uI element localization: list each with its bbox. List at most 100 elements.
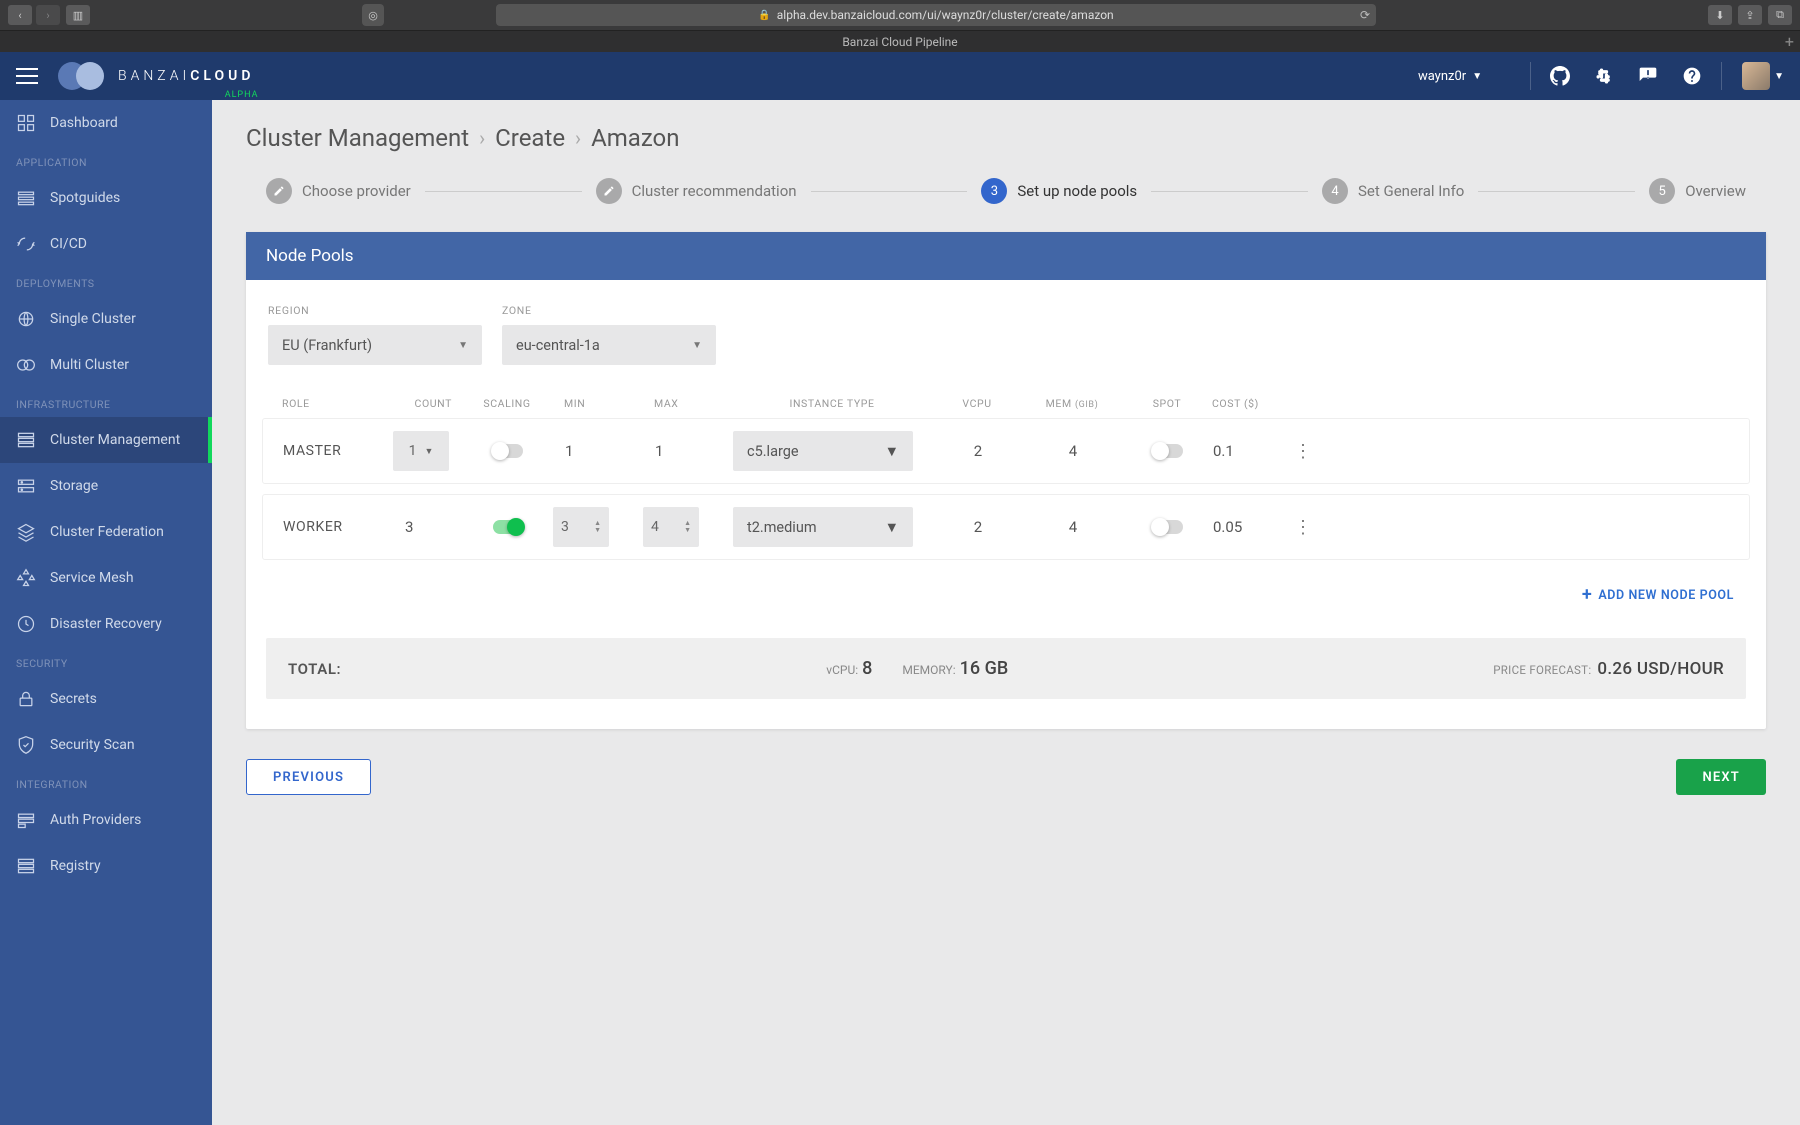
sidebar-item-label: Disaster Recovery [50, 616, 162, 632]
downloads-button[interactable]: ⬇ [1708, 5, 1732, 25]
sidebar-item-multi-cluster[interactable]: Multi Cluster [0, 342, 212, 388]
sidebar-item-cluster-federation[interactable]: Cluster Federation [0, 509, 212, 555]
step-label: Choose provider [302, 182, 411, 200]
auth-icon [16, 810, 36, 830]
sidebar-item-dashboard[interactable]: Dashboard [0, 100, 212, 146]
sidebar-item-security-scan[interactable]: Security Scan [0, 722, 212, 768]
nav-forward-button[interactable]: › [36, 5, 60, 25]
url-bar[interactable]: 🔒 alpha.dev.banzaicloud.com/ui/waynz0r/c… [496, 4, 1376, 26]
feedback-icon[interactable] [1637, 65, 1659, 87]
sidebar-item-auth-providers[interactable]: Auth Providers [0, 797, 212, 843]
site-info-button[interactable]: ◎ [362, 4, 384, 26]
sidebar-item-secrets[interactable]: Secrets [0, 676, 212, 722]
menu-toggle-button[interactable] [16, 68, 38, 84]
step-2[interactable]: Cluster recommendation [596, 178, 797, 204]
instance-type-select[interactable]: c5.large▼ [733, 431, 913, 471]
role-label: WORKER [283, 519, 393, 535]
totals-label: TOTAL: [288, 660, 341, 678]
cluster-icon [16, 430, 36, 450]
vcpu-value: 2 [933, 518, 1023, 536]
sidebar-item-registry[interactable]: Registry [0, 843, 212, 889]
share-button[interactable]: ⇪ [1738, 5, 1762, 25]
sidebar-item-service-mesh[interactable]: Service Mesh [0, 555, 212, 601]
next-button[interactable]: NEXT [1676, 759, 1766, 795]
sidebar-section-header: INFRASTRUCTURE [0, 388, 212, 417]
table-header: ROLE COUNT SCALING MIN MAX INSTANCE TYPE… [262, 389, 1750, 418]
vcpu-value: 2 [933, 442, 1023, 460]
chevron-right-icon: › [479, 126, 485, 150]
slack-icon[interactable] [1593, 65, 1615, 87]
registry-icon [16, 856, 36, 876]
avatar-caret-icon[interactable]: ▼ [1774, 71, 1784, 82]
step-label: Set up node pools [1017, 182, 1137, 200]
mem-value: 4 [1023, 518, 1123, 536]
nav-back-button[interactable]: ‹ [8, 5, 32, 25]
dashboard-icon [16, 113, 36, 133]
step-connector [811, 191, 968, 192]
col-cost: COST ($) [1212, 397, 1292, 410]
instance-type-select[interactable]: t2.medium▼ [733, 507, 913, 547]
previous-button[interactable]: PREVIOUS [246, 759, 371, 795]
help-icon[interactable] [1681, 65, 1703, 87]
sidebar-item-cluster-management[interactable]: Cluster Management [0, 417, 212, 463]
step-label: Cluster recommendation [632, 182, 797, 200]
zone-select[interactable]: eu-central-1a ▼ [502, 325, 716, 365]
sidebar-toggle-button[interactable]: ▥ [66, 5, 90, 25]
app-header: BANZAICLOUD ALPHA waynz0r ▼ ▼ [0, 52, 1800, 100]
spot-toggle[interactable] [1153, 520, 1183, 534]
sidebar-item-label: Cluster Management [50, 432, 180, 448]
multi-icon [16, 355, 36, 375]
avatar[interactable] [1742, 62, 1770, 90]
federation-icon [16, 522, 36, 542]
region-select[interactable]: EU (Frankfurt) ▼ [268, 325, 482, 365]
sidebar-item-ci-cd[interactable]: CI/CD [0, 221, 212, 267]
card-title: Node Pools [246, 232, 1766, 280]
step-connector [1478, 191, 1635, 192]
username: waynz0r [1418, 69, 1466, 84]
col-vcpu: VCPU [932, 397, 1022, 410]
add-node-pool-button[interactable]: + ADD NEW NODE POOL [262, 570, 1750, 604]
chevron-down-icon: ▼ [692, 340, 702, 351]
max-input[interactable]: 4▲▼ [643, 507, 699, 547]
min-input[interactable]: 3▲▼ [553, 507, 609, 547]
github-icon[interactable] [1549, 65, 1571, 87]
main-content: Cluster Management › Create › Amazon Cho… [212, 100, 1800, 1125]
breadcrumb-1[interactable]: Create [495, 124, 565, 152]
chevron-down-icon: ▼ [885, 443, 899, 460]
tab-title[interactable]: Banzai Cloud Pipeline [842, 35, 957, 49]
sidebar-item-label: Multi Cluster [50, 357, 129, 373]
chevron-down-icon: ▼ [424, 446, 433, 457]
breadcrumb-0[interactable]: Cluster Management [246, 124, 469, 152]
sidebar-section-header: INTEGRATION [0, 768, 212, 797]
user-menu[interactable]: waynz0r ▼ [1418, 69, 1482, 84]
row-menu-button[interactable]: ⋮ [1293, 441, 1313, 462]
brand-logo[interactable]: BANZAICLOUD ALPHA [58, 64, 254, 88]
col-instance: INSTANCE TYPE [732, 397, 932, 410]
sidebar-item-spotguides[interactable]: Spotguides [0, 175, 212, 221]
row-menu-button[interactable]: ⋮ [1293, 517, 1313, 538]
zone-label: ZONE [502, 304, 716, 317]
scaling-toggle[interactable] [493, 520, 523, 534]
sidebar-item-disaster-recovery[interactable]: Disaster Recovery [0, 601, 212, 647]
mem-value: 4 [1023, 442, 1123, 460]
sidebar-item-storage[interactable]: Storage [0, 463, 212, 509]
step-1[interactable]: Choose provider [266, 178, 411, 204]
step-circle: 3 [981, 178, 1007, 204]
tabs-button[interactable]: ⧉ [1768, 5, 1792, 25]
totals-vcpu: vCPU:8 [826, 658, 872, 679]
sidebar-item-label: Storage [50, 478, 98, 494]
breadcrumb-2: Amazon [591, 124, 679, 152]
sidebar: DashboardAPPLICATIONSpotguidesCI/CDDEPLO… [0, 100, 212, 1125]
chevron-down-icon: ▼ [458, 340, 468, 351]
scaling-toggle[interactable] [493, 444, 523, 458]
region-value: EU (Frankfurt) [282, 337, 372, 354]
alpha-badge: ALPHA [225, 90, 259, 100]
new-tab-button[interactable]: + [1785, 34, 1794, 50]
sidebar-section-header: DEPLOYMENTS [0, 267, 212, 296]
count-select[interactable]: 1▼ [393, 431, 449, 471]
reload-icon[interactable]: ⟳ [1360, 8, 1370, 22]
chevron-right-icon: › [575, 126, 581, 150]
spot-toggle[interactable] [1153, 444, 1183, 458]
sidebar-item-label: Spotguides [50, 190, 120, 206]
sidebar-item-single-cluster[interactable]: Single Cluster [0, 296, 212, 342]
